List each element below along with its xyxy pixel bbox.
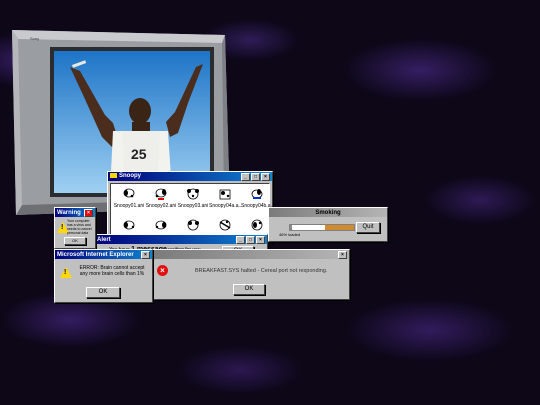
smoking-titlebar[interactable]: Smoking [269, 208, 387, 217]
ie-titlebar[interactable]: Microsoft Internet Explorer × [55, 250, 152, 259]
cigarette-burned-fill [324, 225, 354, 230]
close-button[interactable]: × [261, 172, 270, 181]
alert-titlebar[interactable]: Alert _ □ × [95, 235, 267, 244]
snoopy-icon [250, 187, 264, 201]
close-button[interactable]: × [338, 250, 347, 259]
svg-text:25: 25 [131, 146, 147, 162]
close-button[interactable]: × [256, 235, 265, 244]
breakfast-message: BREAKFAST.SYS halted - Cereal port not r… [195, 268, 328, 274]
file-label: Snoopy04a.a... [209, 203, 243, 209]
snoopy-icon [250, 218, 264, 232]
snoopy-title: Snoopy [119, 173, 141, 180]
ie-error-window[interactable]: Microsoft Internet Explorer × ! ERROR: B… [54, 249, 153, 303]
close-button[interactable]: × [141, 250, 150, 259]
warning-ok-button[interactable]: OK [64, 237, 86, 245]
breakfast-error-window[interactable]: × × BREAKFAST.SYS halted - Cereal port n… [152, 249, 350, 300]
tv-brand: Sony [30, 36, 39, 41]
close-button[interactable]: × [84, 208, 93, 217]
smoking-quit-button[interactable]: Quit [356, 222, 380, 233]
warning-window[interactable]: Warning × ! Your computer has a virus an… [54, 207, 96, 249]
file-item[interactable] [177, 218, 209, 234]
file-item[interactable]: Snoopy01.ani [113, 187, 145, 209]
smoking-title: Smoking [315, 209, 341, 216]
warning-titlebar[interactable]: Warning × [55, 208, 95, 217]
warning-message: Your computer has a virus and needs to c… [67, 219, 92, 235]
file-label: Snoopy02.ani [145, 203, 177, 209]
snoopy-icon [122, 187, 136, 201]
smoking-status: 46% loaded [279, 232, 301, 237]
snoopy-icon [122, 218, 136, 232]
cigarette-progress [289, 224, 355, 231]
file-label: Snoopy03.ani [177, 203, 209, 209]
file-label: Snoopy01.ani [113, 203, 145, 209]
maximize-button[interactable]: □ [246, 235, 255, 244]
maximize-button[interactable]: □ [251, 172, 260, 181]
snoopy-icon [186, 218, 200, 232]
minimize-button[interactable]: _ [241, 172, 250, 181]
ie-message: ERROR: Brain cannot accept any more brai… [79, 265, 145, 277]
file-item[interactable] [113, 218, 145, 234]
snoopy-titlebar[interactable]: Snoopy _ □ × [108, 172, 272, 181]
file-item[interactable]: Snoopy02.ani [145, 187, 177, 209]
alert-title: Alert [97, 236, 111, 243]
snoopy-icon [154, 218, 168, 232]
ie-title: Microsoft Internet Explorer [57, 251, 134, 258]
snoopy-icon [218, 218, 232, 232]
smoking-window[interactable]: Smoking 46% loaded Quit [268, 207, 388, 242]
file-item[interactable]: Snoopy04b.a... [241, 187, 275, 209]
minimize-button[interactable]: _ [236, 235, 245, 244]
warning-icon: ! [60, 267, 72, 278]
warning-title: Warning [57, 209, 81, 216]
snoopy-icon [186, 187, 200, 201]
snoopy-file-area: Snoopy01.ani Snoopy02.ani Snoopy03.ani S… [110, 183, 275, 240]
breakfast-ok-button[interactable]: OK [233, 284, 265, 295]
error-icon: × [157, 265, 168, 276]
snoopy-icon [154, 187, 168, 201]
file-item[interactable]: Snoopy03.ani [177, 187, 209, 209]
file-item[interactable]: Snoopy04a.a... [209, 187, 243, 209]
snoopy-icon [218, 187, 232, 201]
file-item[interactable] [209, 218, 241, 234]
breakfast-titlebar[interactable]: × [153, 250, 349, 259]
file-item[interactable] [145, 218, 177, 234]
folder-icon [110, 173, 117, 179]
ie-ok-button[interactable]: OK [86, 287, 120, 298]
snoopy-folder-window[interactable]: Snoopy _ □ × Snoopy01.ani Snoopy02.ani Sno… [107, 171, 275, 243]
cigarette-ash [290, 225, 292, 230]
